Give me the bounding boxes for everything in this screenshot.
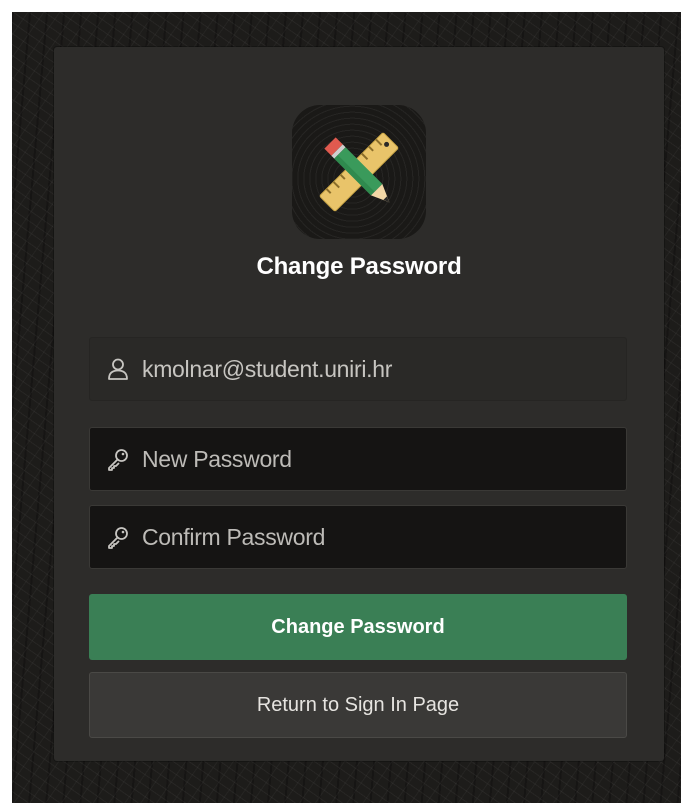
page-background: Change Password kmolnar@student.uniri.hr	[12, 12, 681, 803]
key-icon	[108, 527, 128, 549]
ruler-pencil-icon	[319, 132, 399, 212]
confirm-password-field[interactable]	[89, 505, 627, 569]
user-icon	[108, 358, 128, 380]
page-title: Change Password	[256, 253, 462, 280]
new-password-field[interactable]	[89, 427, 627, 491]
change-password-button[interactable]: Change Password	[89, 594, 627, 660]
change-password-card: Change Password kmolnar@student.uniri.hr	[54, 47, 664, 761]
key-icon	[108, 449, 128, 471]
confirm-password-input[interactable]	[142, 523, 622, 551]
username-value: kmolnar@student.uniri.hr	[142, 355, 393, 382]
return-to-sign-in-button[interactable]: Return to Sign In Page	[89, 672, 627, 738]
username-display: kmolnar@student.uniri.hr	[89, 337, 627, 401]
app-logo	[292, 105, 426, 239]
new-password-input[interactable]	[142, 445, 622, 473]
